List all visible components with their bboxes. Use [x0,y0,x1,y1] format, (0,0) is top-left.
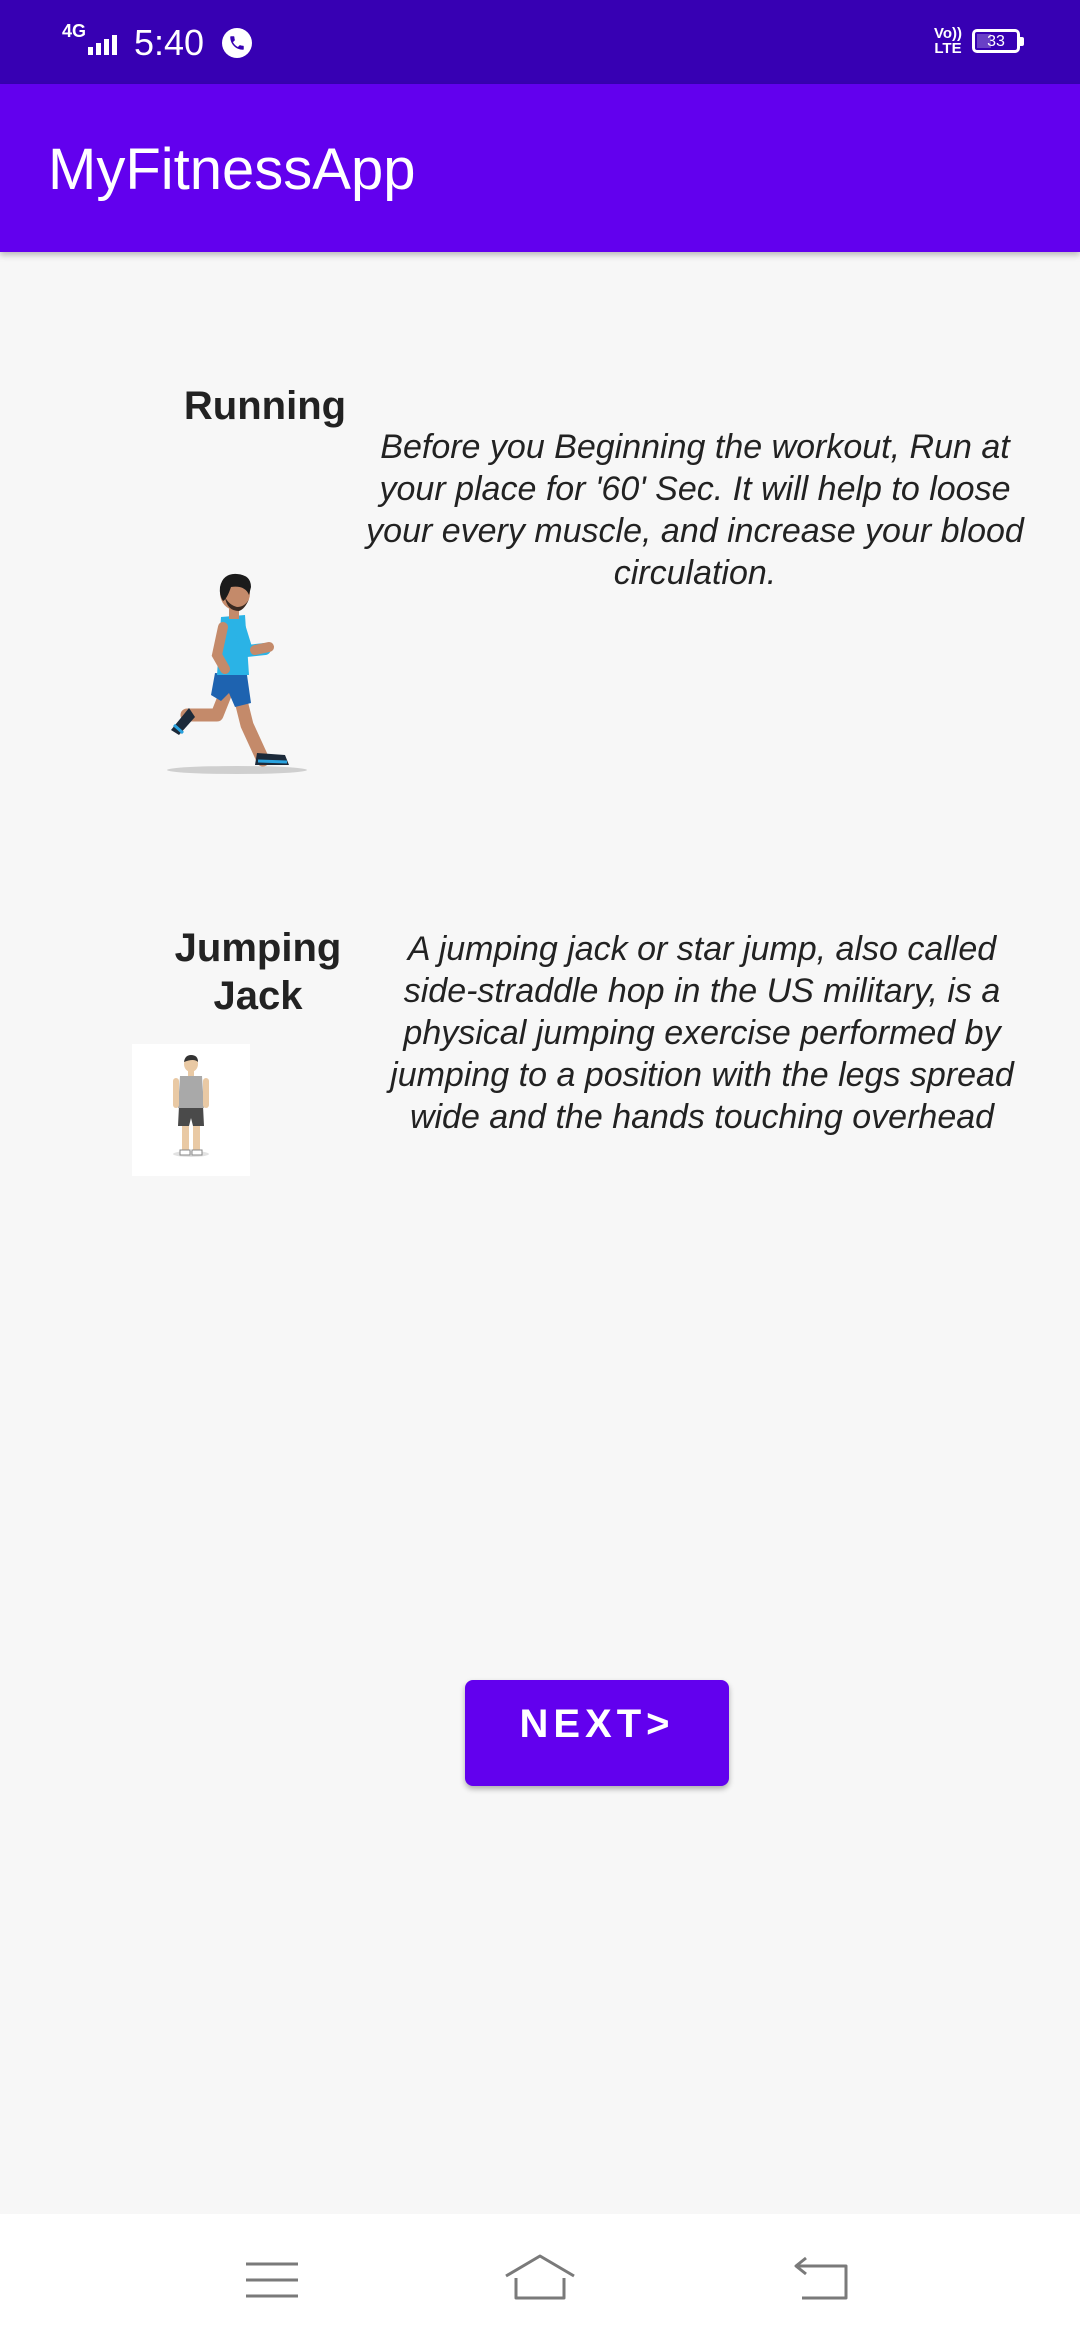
running-description: Before you Beginning the workout, Run at… [366,428,1024,592]
running-man-illustration [165,565,315,780]
network-type: 4G [62,20,87,41]
jumping-jack-title: Jumping Jack [174,926,342,1018]
status-left: 4G 5:40 [62,18,253,68]
back-icon[interactable] [782,2244,862,2314]
app-title: MyFitnessApp [48,137,416,202]
signal-icon [88,31,120,55]
next-button[interactable]: NEXT> [465,1680,729,1786]
jumping-jack-description: A jumping jack or star jump, also called… [390,930,1014,1136]
status-right: Vo)) LTE 33 [933,25,1024,57]
status-time: 5:40 [134,22,205,63]
volte-icon: Vo)) LTE [933,25,962,57]
menu-icon[interactable] [232,2244,312,2314]
battery-percentage: 33 [987,33,1005,50]
standing-man-illustration [132,1044,250,1176]
status-bar: 4G 5:40 Vo)) LTE 33 [0,0,1080,84]
app-bar: MyFitnessApp [0,84,1080,252]
home-icon[interactable] [500,2244,580,2314]
navigation-bar [0,2214,1080,2340]
call-icon [222,28,253,58]
running-title: Running [183,384,347,428]
battery-icon: 33 [972,29,1024,53]
